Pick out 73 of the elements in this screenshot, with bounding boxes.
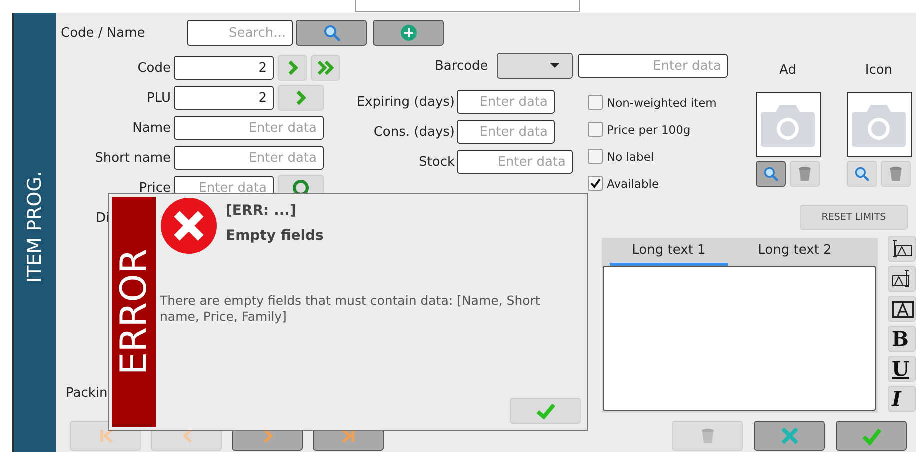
text-frame-icon: [892, 299, 914, 319]
input-field[interactable]: Enter data: [174, 146, 324, 170]
double-chevron-icon: [316, 59, 336, 77]
format-button[interactable]: U: [888, 356, 916, 382]
dropdown[interactable]: [497, 53, 574, 79]
input-field[interactable]: Enter data: [457, 150, 573, 174]
tab[interactable]: Long text 2: [736, 238, 854, 266]
field-label: Expiring (days): [356, 94, 456, 110]
field-label: Price: [138, 180, 172, 196]
checkbox-label: Available: [607, 176, 660, 190]
field-label: Name: [132, 120, 172, 136]
input-field[interactable]: Enter data: [578, 54, 728, 78]
search-field[interactable]: Search...: [187, 20, 293, 46]
checkbox-label: Price per 100g: [607, 122, 691, 136]
trash-icon: [889, 166, 903, 182]
image-label: Ad: [780, 63, 796, 80]
add-button[interactable]: [373, 20, 444, 46]
input-field[interactable]: 2: [174, 86, 274, 110]
delete-button[interactable]: [790, 161, 820, 187]
search-icon: [854, 166, 870, 182]
trash-icon: [798, 166, 812, 182]
error-icon: [160, 197, 218, 255]
checkbox[interactable]: [588, 149, 603, 164]
text-layout-button[interactable]: [888, 266, 916, 292]
input-field[interactable]: Enter data: [457, 120, 555, 144]
search-icon: [763, 166, 779, 182]
step-button[interactable]: [278, 55, 307, 81]
checkbox-label: Non-weighted item: [607, 96, 717, 110]
search-button[interactable]: [296, 20, 367, 46]
image-slot[interactable]: [846, 92, 912, 157]
check-icon: [536, 402, 556, 420]
field-label: Barcode: [435, 58, 488, 74]
field-label: Packin: [65, 386, 109, 400]
format-button[interactable]: I: [888, 386, 916, 412]
field-label: Cons. (days): [372, 124, 456, 140]
error-code: [ERR: ...]: [226, 203, 298, 219]
step-button[interactable]: [278, 85, 324, 111]
checkbox[interactable]: [588, 122, 603, 137]
text-layout-button[interactable]: [888, 296, 916, 322]
close-icon: [780, 426, 800, 446]
field-label: Stock: [418, 154, 456, 170]
field-label: PLU: [146, 90, 172, 106]
checkbox[interactable]: [588, 95, 603, 110]
field-label: Short name: [94, 150, 172, 166]
confirm-button[interactable]: [836, 421, 907, 451]
text-layout-button[interactable]: [888, 236, 916, 262]
image-label: Icon: [865, 63, 893, 80]
field-label: Code: [136, 60, 172, 76]
caret-icon: [550, 63, 560, 69]
input-field[interactable]: Enter data: [174, 116, 324, 140]
search-icon: [322, 24, 340, 42]
text-area[interactable]: [603, 266, 876, 411]
banner-text: ERROR: [114, 248, 154, 376]
plus-icon: [400, 24, 418, 42]
search-button[interactable]: [756, 161, 786, 187]
error-title: Empty fields: [226, 228, 324, 244]
image-slot[interactable]: [756, 92, 820, 157]
format-button[interactable]: B: [888, 326, 916, 352]
check-icon: [862, 426, 882, 446]
section-title: ITEM PROG.: [24, 171, 46, 284]
cancel-button[interactable]: [754, 421, 825, 451]
delete-button[interactable]: [881, 161, 911, 187]
field-label: Code / Name: [61, 26, 146, 40]
step-button[interactable]: [311, 55, 340, 81]
input-field[interactable]: 2: [174, 56, 274, 80]
input-field[interactable]: Enter data: [457, 90, 555, 114]
text-position-icon: [892, 239, 914, 259]
input-field[interactable]: [355, 0, 580, 12]
checkbox-label: No label: [607, 150, 654, 164]
reset-limits-button[interactable]: RESET LIMITS: [800, 205, 908, 230]
checkbox[interactable]: [588, 176, 603, 191]
trash-icon: [700, 428, 714, 444]
error-message: There are empty fields that must contain data: [Name, Short name, Price, Family]: [160, 293, 542, 326]
